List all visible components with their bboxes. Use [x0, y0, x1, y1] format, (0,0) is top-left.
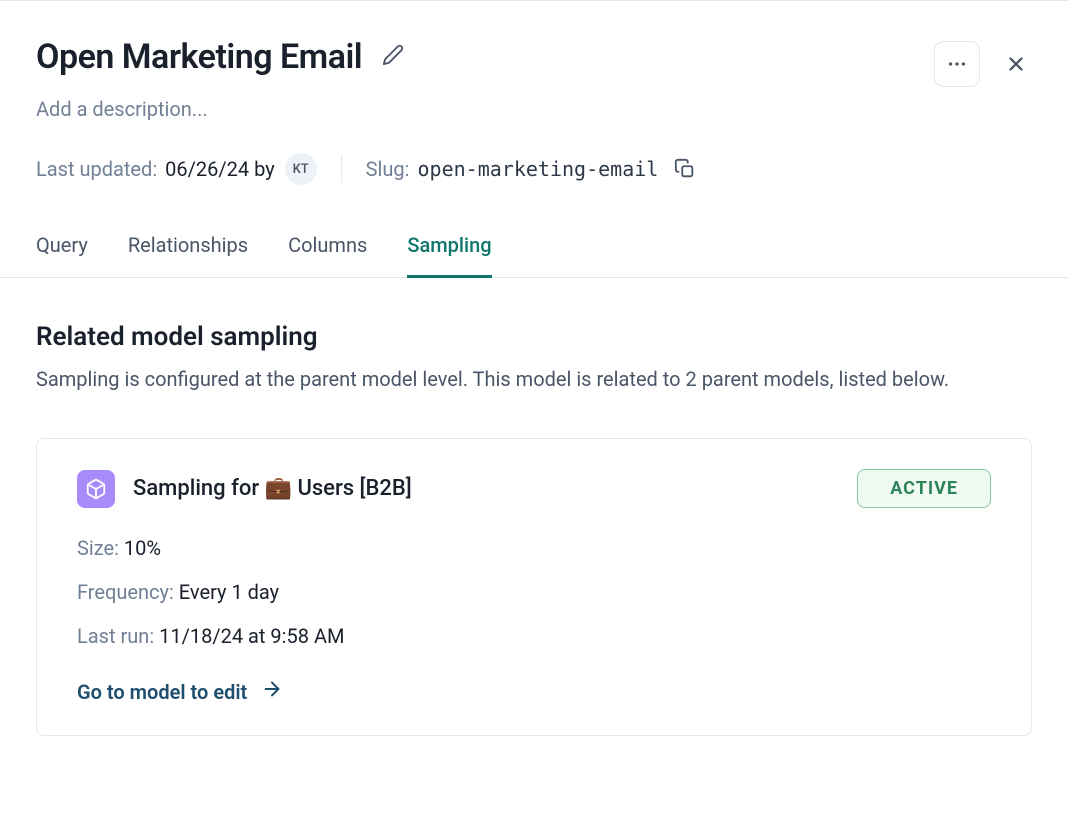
- size-value: 10%: [124, 536, 161, 560]
- go-to-model-link[interactable]: Go to model to edit: [77, 678, 283, 705]
- slug-label: Slug:: [366, 157, 410, 181]
- edit-title-icon[interactable]: [382, 44, 404, 70]
- lastrun-row: Last run: 11/18/24 at 9:58 AM: [77, 624, 991, 648]
- page-title: Open Marketing Email: [36, 37, 362, 77]
- sampling-card: Sampling for 💼 Users [B2B] ACTIVE Size: …: [36, 438, 1032, 736]
- section-related-model-sampling: Related model sampling Sampling is confi…: [36, 322, 1032, 736]
- section-title: Related model sampling: [36, 322, 1032, 352]
- more-actions-button[interactable]: [934, 41, 980, 87]
- frequency-label: Frequency:: [77, 580, 174, 604]
- last-updated-value: 06/26/24 by: [165, 157, 275, 181]
- lastrun-label: Last run:: [77, 624, 154, 648]
- tab-query[interactable]: Query: [36, 233, 88, 278]
- meta-row: Last updated: 06/26/24 by KT Slug: open-…: [36, 153, 1032, 185]
- arrow-right-icon: [261, 678, 283, 705]
- slug-value: open-marketing-email: [418, 157, 659, 181]
- model-icon: [77, 470, 115, 508]
- size-row: Size: 10%: [77, 536, 991, 560]
- divider: [341, 155, 342, 183]
- tab-columns[interactable]: Columns: [288, 233, 367, 278]
- lastrun-value: 11/18/24 at 9:58 AM: [159, 624, 344, 648]
- frequency-value: Every 1 day: [179, 580, 279, 604]
- frequency-row: Frequency: Every 1 day: [77, 580, 991, 604]
- tab-sampling[interactable]: Sampling: [407, 233, 491, 278]
- tabs: Query Relationships Columns Sampling: [0, 233, 1068, 278]
- size-label: Size:: [77, 536, 119, 560]
- header: Open Marketing Email Add a description..…: [36, 37, 1032, 121]
- go-to-model-label: Go to model to edit: [77, 680, 247, 704]
- sampling-card-title: Sampling for 💼 Users [B2B]: [133, 476, 412, 501]
- last-updated-label: Last updated:: [36, 157, 157, 181]
- section-subtitle: Sampling is configured at the parent mod…: [36, 364, 996, 394]
- description-placeholder[interactable]: Add a description...: [36, 97, 934, 121]
- copy-slug-button[interactable]: [674, 158, 696, 180]
- status-badge: ACTIVE: [857, 469, 991, 508]
- close-button[interactable]: [1000, 48, 1032, 80]
- avatar: KT: [285, 153, 317, 185]
- tab-relationships[interactable]: Relationships: [128, 233, 248, 278]
